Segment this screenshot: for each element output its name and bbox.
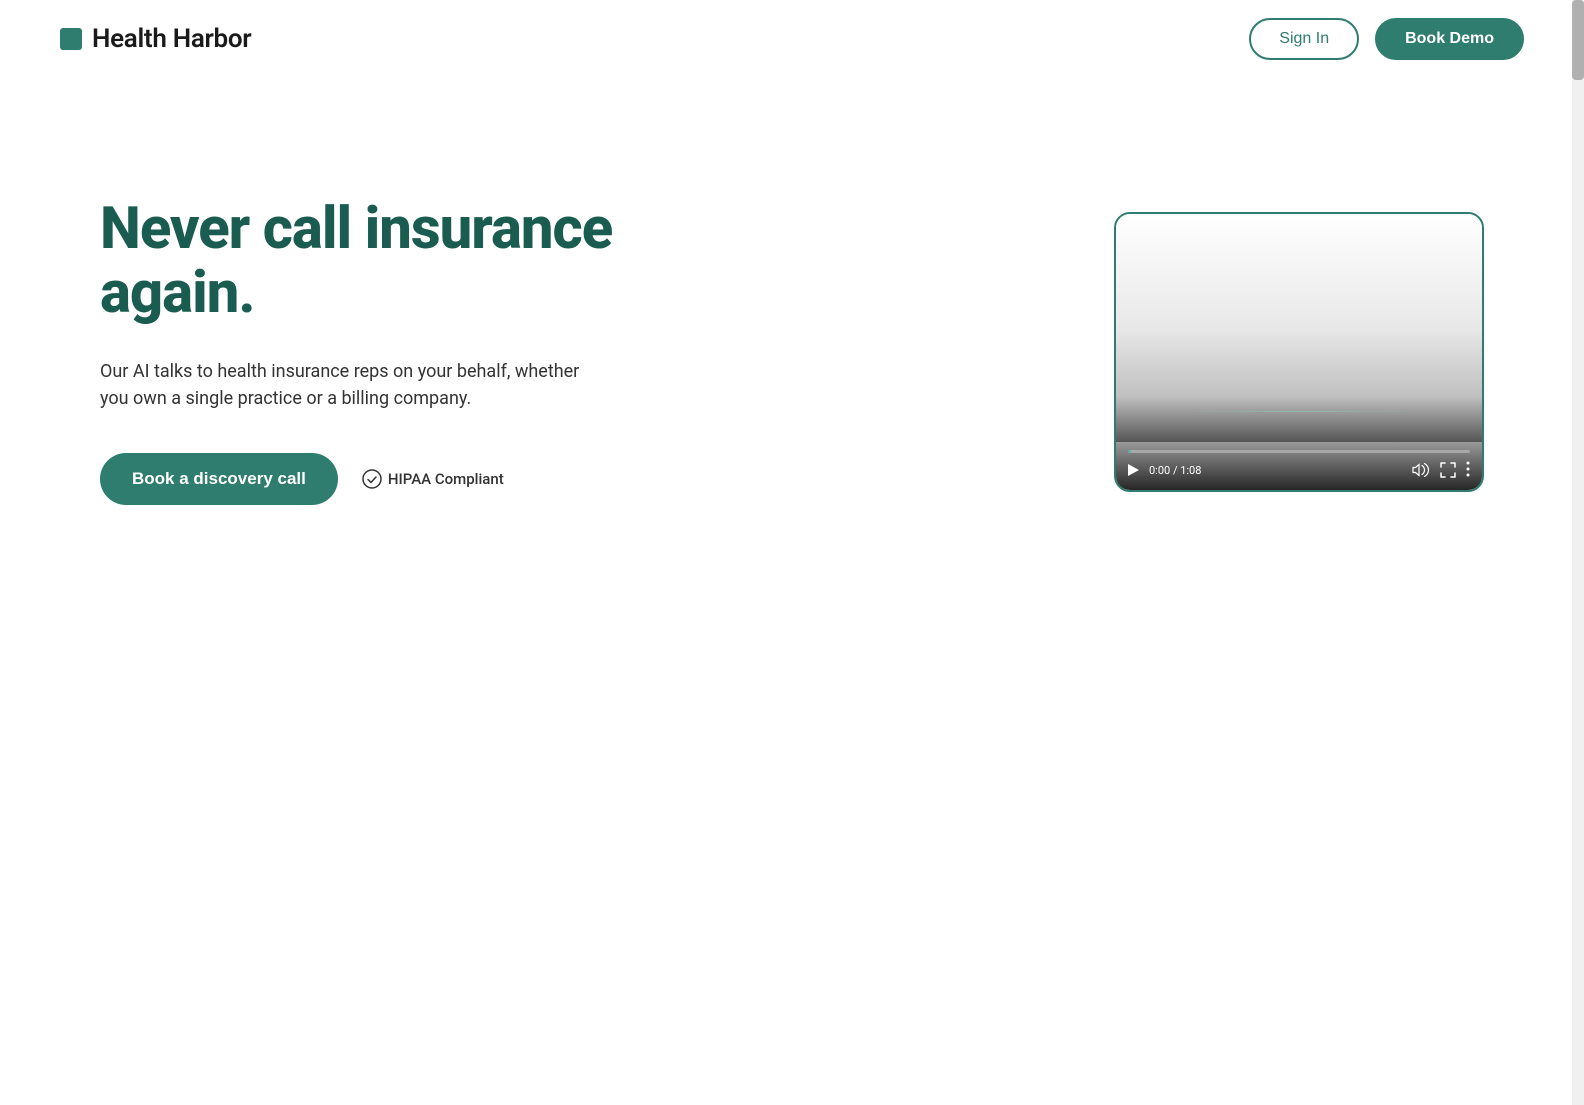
header: Health Harbor Sign In Book Demo	[0, 0, 1584, 78]
fullscreen-icon[interactable]	[1440, 462, 1456, 478]
logo-text: Health Harbor	[92, 24, 251, 54]
scrollbar-thumb[interactable]	[1572, 0, 1584, 80]
hero-title-line1: Never call insurance	[100, 195, 612, 263]
book-demo-button[interactable]: Book Demo	[1375, 18, 1524, 60]
more-options-icon[interactable]	[1466, 461, 1470, 480]
video-waveform-line	[1179, 411, 1419, 412]
hero-cta-row: Book a discovery call HIPAA Compliant	[100, 453, 660, 505]
video-controls-row: 0:00 / 1:08	[1128, 461, 1470, 480]
check-circle-icon	[362, 469, 382, 489]
video-controls-left: 0:00 / 1:08	[1128, 464, 1201, 477]
sign-in-button[interactable]: Sign In	[1249, 18, 1359, 60]
video-player[interactable]: 0:00 / 1:08	[1114, 212, 1484, 492]
video-progress-fill	[1128, 450, 1131, 453]
header-buttons: Sign In Book Demo	[1249, 18, 1524, 60]
hero-section: Never call insurance again. Our AI talks…	[0, 78, 1584, 585]
logo-area: Health Harbor	[60, 24, 251, 54]
hero-title: Never call insurance again.	[100, 198, 660, 326]
volume-icon[interactable]	[1412, 463, 1430, 477]
hero-left: Never call insurance again. Our AI talks…	[100, 198, 660, 505]
discovery-call-button[interactable]: Book a discovery call	[100, 453, 338, 505]
play-icon[interactable]	[1128, 464, 1139, 476]
scrollbar[interactable]	[1572, 0, 1584, 1105]
hipaa-label: HIPAA Compliant	[388, 470, 504, 488]
video-screen	[1116, 214, 1482, 442]
hipaa-badge: HIPAA Compliant	[362, 469, 504, 489]
logo-icon	[60, 28, 82, 50]
hero-subtitle: Our AI talks to health insurance reps on…	[100, 358, 580, 414]
hero-title-line2: again.	[100, 259, 255, 327]
video-progress-bar[interactable]	[1128, 450, 1470, 453]
video-controls: 0:00 / 1:08	[1116, 442, 1482, 490]
hero-right: 0:00 / 1:08	[1114, 212, 1484, 492]
video-time-display: 0:00 / 1:08	[1149, 464, 1201, 477]
video-controls-right	[1412, 461, 1470, 480]
